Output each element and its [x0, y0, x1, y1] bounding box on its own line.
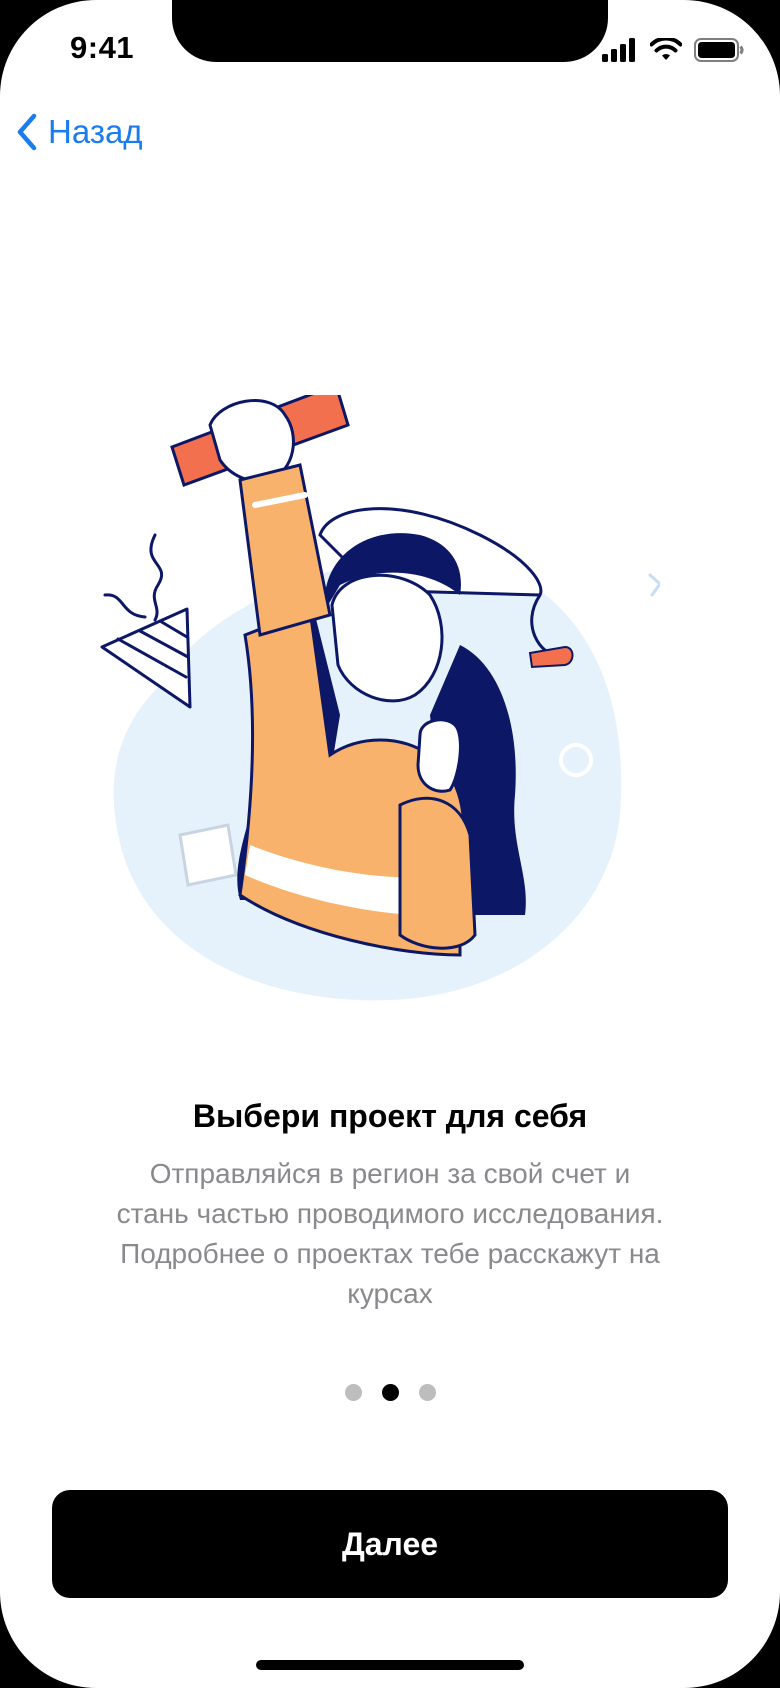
chevron-left-icon [17, 113, 37, 151]
onboarding-title: Выбери проект для себя [192, 1098, 588, 1134]
party-popper-icon [100, 533, 192, 709]
page-dot-2[interactable] [381, 1384, 399, 1401]
status-time: 9:41 [70, 30, 135, 65]
onboarding-illustration [100, 395, 660, 1001]
page-dot-3[interactable] [418, 1384, 436, 1401]
page-dot-1[interactable] [344, 1384, 362, 1401]
wifi-icon [650, 38, 682, 60]
onboarding-description: Отправляйся в регион за свой счет и стан… [116, 1158, 664, 1309]
fist [416, 718, 462, 793]
home-indicator [256, 1660, 524, 1670]
back-button[interactable]: Назад [14, 108, 143, 156]
status-icons [602, 36, 744, 64]
confetti-square [178, 823, 238, 887]
back-label: Назад [48, 113, 143, 150]
sweater-arm-right [398, 796, 477, 950]
next-button[interactable]: Далее [52, 1490, 728, 1598]
notch [172, 0, 608, 62]
next-button-label: Далее [341, 1525, 439, 1562]
face [330, 573, 444, 703]
page-indicator [0, 1384, 780, 1401]
confetti-cross [648, 573, 660, 597]
battery-icon [694, 38, 744, 62]
signal-icon [602, 38, 635, 62]
screen: 9:41 Назад Выбери проект для себя Отправ… [0, 0, 780, 1688]
